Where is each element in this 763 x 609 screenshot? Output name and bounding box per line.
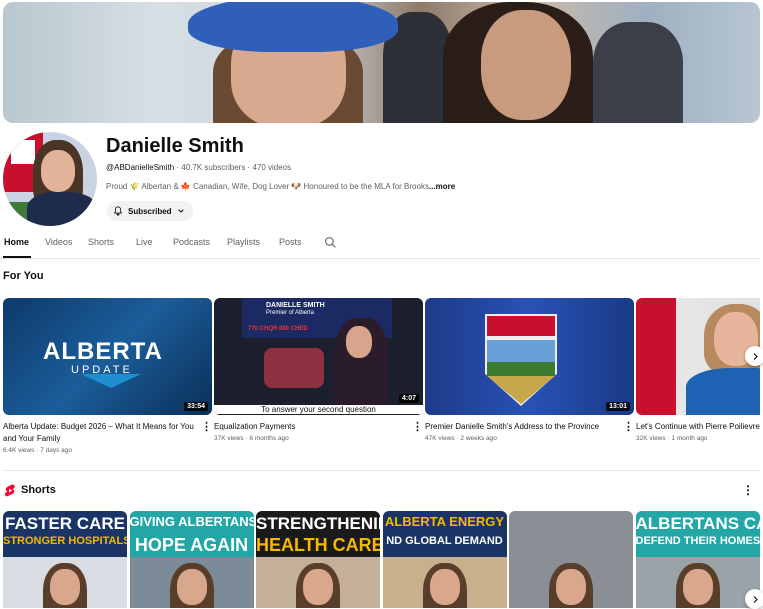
tab-playlists[interactable]: Playlists xyxy=(227,237,260,247)
tab-home[interactable]: Home xyxy=(4,237,29,247)
video-duration: 33:54 xyxy=(184,402,208,411)
chevron-down-icon xyxy=(177,209,184,213)
tab-podcasts[interactable]: Podcasts xyxy=(173,237,210,247)
video-thumbnail[interactable]: ALBERTA UPDATE 33:54 xyxy=(3,298,212,415)
video-title[interactable]: Let's Continue with Pierre Poilievre xyxy=(636,421,760,433)
channel-banner xyxy=(3,2,760,123)
video-title[interactable]: Alberta Update: Budget 2026 – What It Me… xyxy=(3,421,212,445)
short-card[interactable]: STRENGTHENING HEALTH CARE xyxy=(256,511,380,608)
thumbnail-text: ALBERTA xyxy=(43,338,163,365)
shorts-next-button[interactable] xyxy=(745,589,763,609)
channel-avatar[interactable] xyxy=(3,132,97,226)
tab-posts[interactable]: Posts xyxy=(279,237,302,247)
video-title[interactable]: Equalization Payments xyxy=(214,421,423,433)
more-vert-icon[interactable]: ⋮ xyxy=(623,420,634,433)
channel-name: Danielle Smith xyxy=(106,135,244,157)
video-duration: 4:07 xyxy=(398,394,419,403)
video-card[interactable]: Let's Continue with Pierre Poilievre 32K… xyxy=(636,298,760,442)
video-card[interactable]: ALBERTA UPDATE 33:54 Alberta Update: Bud… xyxy=(3,298,212,454)
subscribed-button[interactable]: Subscribed xyxy=(107,201,193,221)
channel-handle: @ABDanielleSmith xyxy=(106,163,175,172)
short-card[interactable]: ALBERTA ENERGY ND GLOBAL DEMAND xyxy=(382,511,507,608)
channel-description[interactable]: Proud 🌾 Albertan & 🍁 Canadian, Wife, Dog… xyxy=(106,182,466,191)
thumbnail-caption: To answer your second question xyxy=(214,405,423,414)
video-duration: 13:01 xyxy=(606,402,630,411)
subscriber-count: 40.7K subscribers xyxy=(181,163,246,172)
for-you-title: For You xyxy=(3,270,44,282)
tab-shorts[interactable]: Shorts xyxy=(88,237,114,247)
search-icon[interactable] xyxy=(324,236,337,249)
more-link[interactable]: ...more xyxy=(429,182,455,191)
video-count: 470 videos xyxy=(252,163,292,172)
short-title-line2: DEFEND THEIR HOMES xyxy=(635,535,760,547)
short-card[interactable]: ALBERTANS CAN DEFEND THEIR HOMES xyxy=(635,511,760,608)
video-card[interactable]: DANIELLE SMITH Premier of Alberta 770 CH… xyxy=(214,298,423,442)
short-card[interactable]: FASTER CARE STRONGER HOSPITALS xyxy=(3,511,127,608)
channel-tabs: Home Videos Shorts Live Podcasts Playlis… xyxy=(0,232,760,259)
video-card[interactable]: 13:01 Premier Danielle Smith's Address t… xyxy=(425,298,634,442)
tab-videos[interactable]: Videos xyxy=(45,237,72,247)
thumbnail-subtext: Premier of Alberta xyxy=(266,310,315,316)
channel-description-text: Proud 🌾 Albertan & 🍁 Canadian, Wife, Dog… xyxy=(106,182,429,191)
shorts-logo-icon xyxy=(5,484,15,497)
short-title-line2: STRONGER HOSPITALS xyxy=(3,535,127,547)
video-thumbnail[interactable]: 13:01 xyxy=(425,298,634,415)
channel-meta: @ABDanielleSmith · 40.7K subscribers · 4… xyxy=(106,163,292,172)
more-vert-icon[interactable]: ⋮ xyxy=(412,420,423,433)
short-title-line1: ALBERTANS CAN xyxy=(635,514,760,533)
thumbnail-radio: 770 CHQR 880 CHED xyxy=(248,326,308,332)
short-title-line2: HEALTH CARE xyxy=(256,535,380,555)
short-card[interactable] xyxy=(509,511,633,608)
short-title-line2: HOPE AGAIN xyxy=(134,535,249,555)
video-meta: 32K views · 1 month ago xyxy=(636,435,708,442)
short-card[interactable]: GIVING ALBERTANS HOPE AGAIN xyxy=(129,511,254,608)
video-title[interactable]: Premier Danielle Smith's Address to the … xyxy=(425,421,634,433)
short-title-line1: ALBERTA ENERGY xyxy=(384,514,505,529)
video-thumbnail[interactable]: DANIELLE SMITH Premier of Alberta 770 CH… xyxy=(214,298,423,415)
active-tab-indicator xyxy=(3,256,31,258)
short-title-line2: ND GLOBAL DEMAND xyxy=(386,535,503,547)
short-title-line1: GIVING ALBERTANS xyxy=(129,514,254,529)
video-thumbnail[interactable] xyxy=(636,298,760,415)
subscribed-label: Subscribed xyxy=(128,206,172,216)
video-meta: 37K views · 6 months ago xyxy=(214,435,289,442)
short-title-line1: STRENGTHENING xyxy=(256,514,380,533)
chevron-right-icon xyxy=(753,352,758,360)
chevron-right-icon xyxy=(753,595,758,603)
shorts-title: Shorts xyxy=(21,484,56,496)
more-vert-icon[interactable]: ⋮ xyxy=(742,483,754,497)
section-divider xyxy=(3,470,760,471)
thumbnail-heading: DANIELLE SMITH xyxy=(266,302,325,309)
tab-live[interactable]: Live xyxy=(136,237,153,247)
bell-icon xyxy=(114,206,122,216)
short-title-line1: FASTER CARE xyxy=(5,514,125,533)
carousel-next-button[interactable] xyxy=(745,346,763,366)
more-vert-icon[interactable]: ⋮ xyxy=(201,420,212,433)
video-meta: 6.4K views · 7 days ago xyxy=(3,447,73,454)
video-meta: 47K views · 2 weeks ago xyxy=(425,435,497,442)
